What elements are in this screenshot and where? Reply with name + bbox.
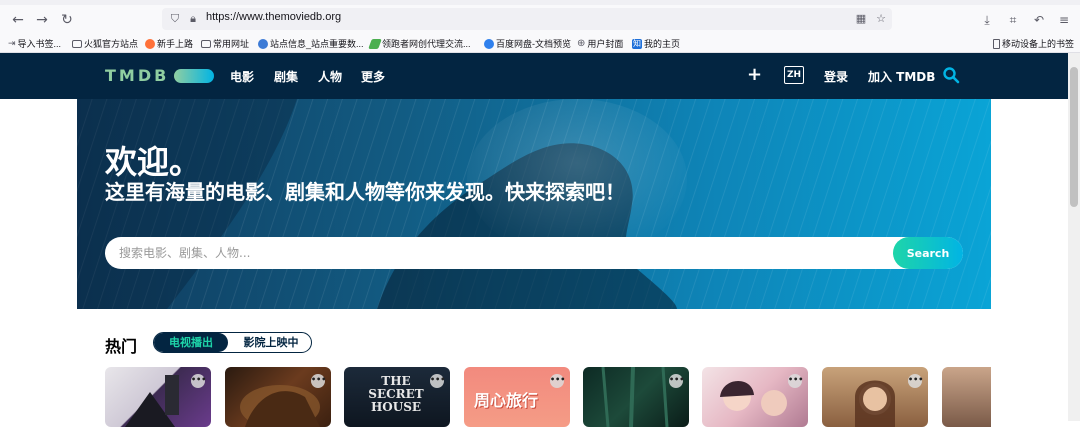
nav-people[interactable]: 人物 [318,68,342,85]
search-bar: Search [105,237,963,269]
bookmark-label: 我的主页 [644,39,681,49]
poster-card[interactable]: ••• THE SECRET HOUSE [344,367,450,427]
download-icon[interactable]: ⤓ [978,11,996,29]
baidu-pan-icon [484,38,494,49]
url-text[interactable]: https://www.themoviedb.org [206,11,341,23]
zhihu-icon: 知 [632,38,642,49]
bookmark-label: 导入书签... [17,39,62,49]
bookmark-label: 新手上路 [157,39,194,49]
bookmark-agent-exchange[interactable]: 领跑者网创代理交流... [368,37,471,50]
site-header: TMDB 电影 剧集 人物 更多 + ZH 登录 加入 TMDB [0,53,1068,99]
search-button[interactable]: Search [893,237,963,269]
page-scrollbar[interactable] [1068,53,1080,421]
star-bookmark-icon[interactable]: ☆ [874,12,888,26]
bookmark-label: 百度网盘-文档预览 [496,39,571,49]
firefox-icon [145,38,155,49]
nav-tv[interactable]: 剧集 [274,68,298,85]
lock-icon[interactable]: 🔒︎ [186,12,200,26]
bookmark-label: 移动设备上的书签 [1002,39,1075,49]
tmdb-logo[interactable]: TMDB [105,66,169,85]
hero-subtitle: 这里有海量的电影、剧集和人物等你来发现。快来探索吧！ [105,180,625,204]
tab-in-theaters[interactable]: 影院上映中 [230,333,312,352]
poster-card[interactable]: ••• [822,367,928,427]
tab-on-tv[interactable]: 电视播出 [154,333,228,352]
poster-card[interactable]: ••• [583,367,689,427]
bookmark-mobile[interactable]: 移动设备上的书签 [993,37,1074,50]
bookmark-common-sites[interactable]: 常用网址 [201,37,249,50]
trending-toggle: 电视播出 影院上映中 [153,332,312,353]
menu-hamburger-icon[interactable]: ≡ [1055,11,1073,29]
hero-banner: 欢迎。 这里有海量的电影、剧集和人物等你来发现。快来探索吧！ Search [77,99,991,309]
poster-title: 周心旅行 [474,391,539,410]
site-info-icon [258,38,268,49]
more-options-icon[interactable]: ••• [311,374,326,388]
poster-title: THE SECRET HOUSE [368,374,424,414]
bookmark-import[interactable]: ⇥ 导入书签... [8,37,61,50]
scrollbar-thumb[interactable] [1070,67,1078,207]
reload-icon[interactable]: ↻ [58,11,76,29]
more-options-icon[interactable]: ••• [550,374,565,388]
bookmark-my-home[interactable]: 知 我的主页 [632,37,680,50]
mobile-device-icon [993,38,1000,49]
bookmark-baidu-pan[interactable]: 百度网盘-文档预览 [484,37,571,50]
nav-movies[interactable]: 电影 [230,68,254,85]
poster-card[interactable]: ••• 周心旅行 [464,367,570,427]
folder-icon [72,39,82,48]
crop-screenshot-icon[interactable]: ⌗ [1004,11,1022,29]
plus-icon[interactable]: + [747,64,762,85]
language-button[interactable]: ZH [784,66,804,84]
bookmark-label: 用户封面 [587,39,624,49]
more-options-icon[interactable]: ••• [908,374,923,388]
shield-icon[interactable]: ⛉ [168,12,182,26]
trending-title: 热门 [105,337,138,356]
folder-icon [201,39,211,48]
bookmark-label: 常用网址 [213,39,250,49]
bookmark-firefox-official[interactable]: 火狐官方站点 [72,37,138,50]
logo-pill-icon[interactable] [174,69,214,83]
bookmark-user-cover[interactable]: ⊕ 用户封面 [577,37,623,50]
join-link[interactable]: 加入 TMDB [868,68,935,85]
search-icon[interactable] [942,66,960,84]
bookmark-label: 领跑者网创代理交流... [382,39,471,49]
nav-more[interactable]: 更多 [361,68,385,85]
login-link[interactable]: 登录 [824,68,848,85]
bookmark-getting-started[interactable]: 新手上路 [145,37,193,50]
globe-icon: ⊕ [577,38,586,49]
more-options-icon[interactable]: ••• [191,374,206,388]
bookmarks-bar: ⇥ 导入书签... 火狐官方站点 新手上路 常用网址 站点信息_站点重要数...… [0,33,1080,53]
import-icon: ⇥ [8,38,16,48]
browser-chrome: ← → ↻ ⛉ 🔒︎ https://www.themoviedb.org ▦ … [0,0,1080,53]
bookmark-label: 火狐官方站点 [84,39,139,49]
qr-code-icon[interactable]: ▦ [854,12,868,26]
more-options-icon[interactable]: ••• [669,374,684,388]
leaf-icon [368,38,382,49]
tab-strip-edge [0,0,1080,5]
poster-card[interactable]: ••• [105,367,211,427]
undo-icon[interactable]: ↶ [1030,11,1048,29]
bookmark-label: 站点信息_站点重要数... [270,39,364,49]
forward-arrow-icon[interactable]: → [33,11,51,29]
poster-card[interactable]: ••• [225,367,331,427]
search-input[interactable] [119,237,879,269]
more-options-icon[interactable]: ••• [788,374,803,388]
poster-card[interactable]: ••• [702,367,808,427]
poster-card[interactable] [942,367,991,427]
bookmark-site-info[interactable]: 站点信息_站点重要数... [258,37,364,50]
back-arrow-icon[interactable]: ← [9,11,27,29]
address-bar[interactable]: ⛉ 🔒︎ https://www.themoviedb.org ▦ ☆ [162,8,892,30]
